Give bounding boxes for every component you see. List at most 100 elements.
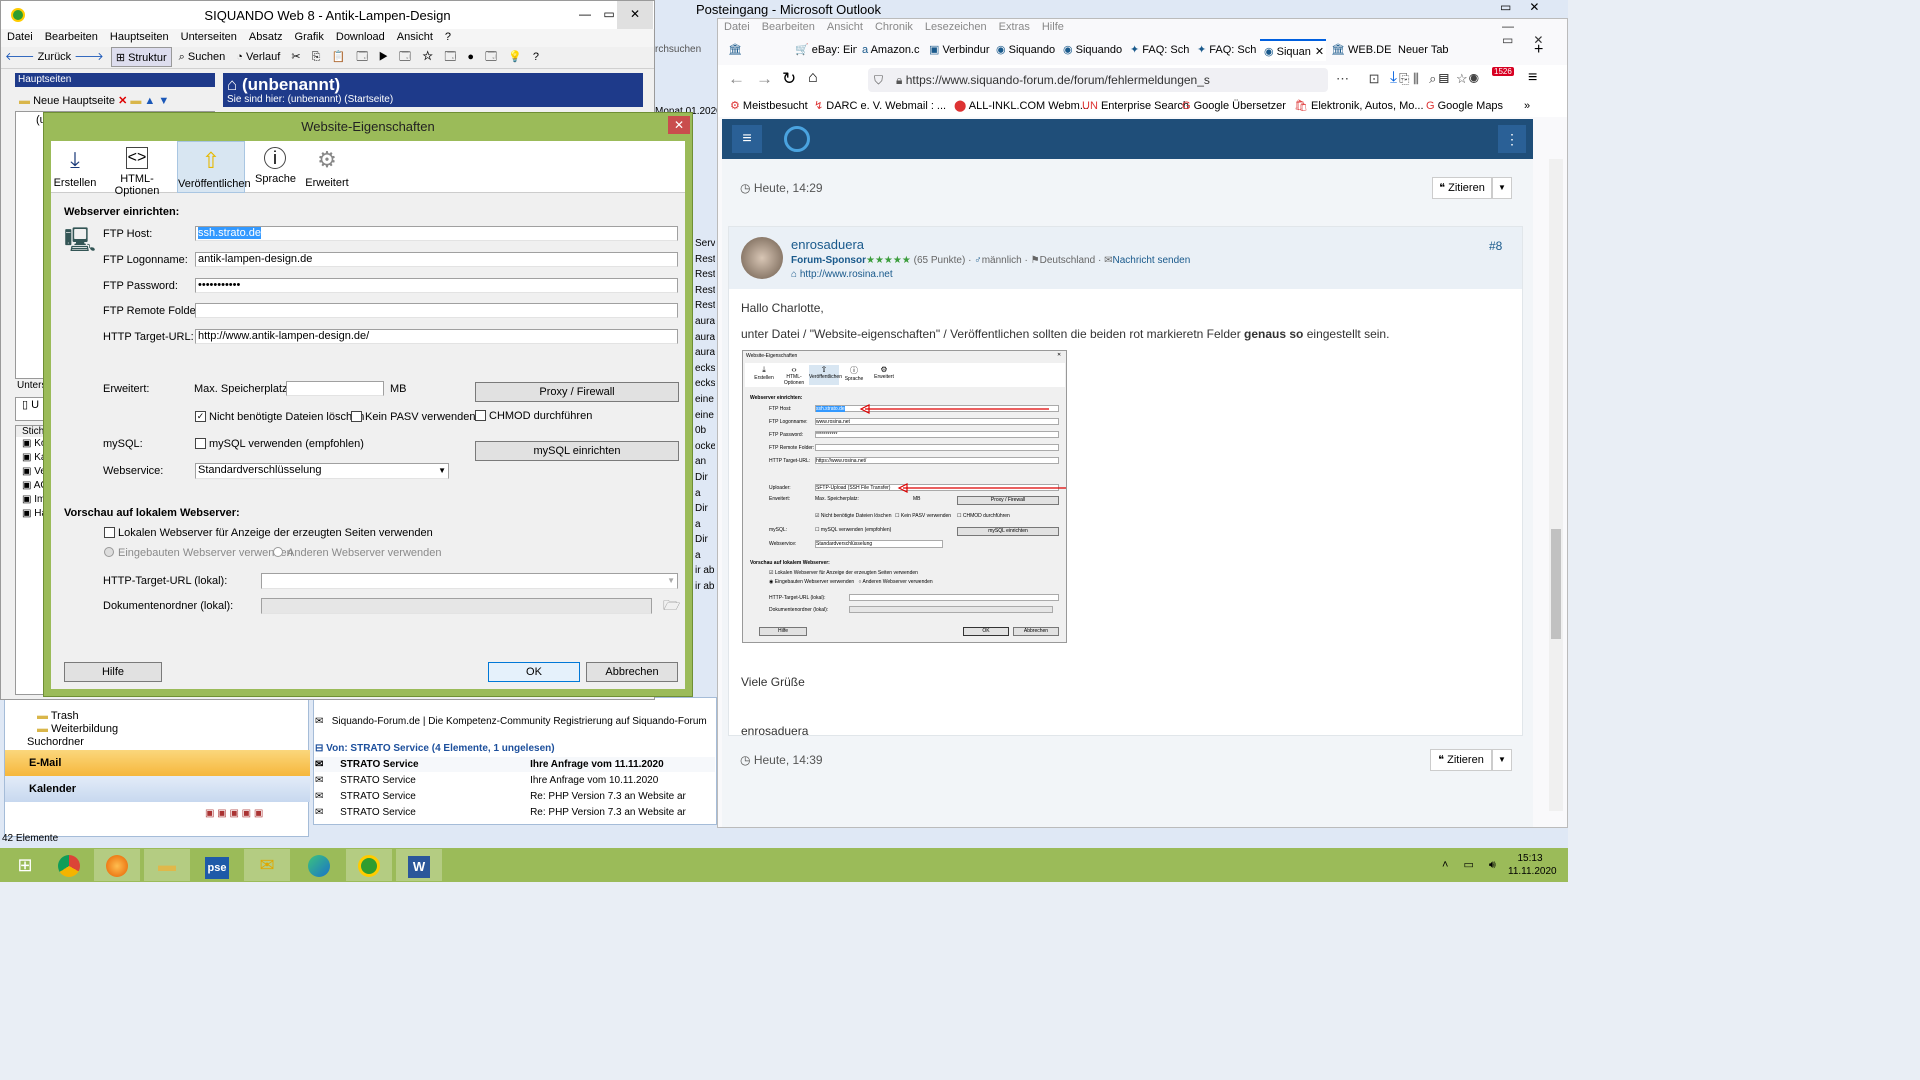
ok-button[interactable]: OK	[488, 662, 580, 682]
firefox-icon[interactable]	[94, 849, 140, 881]
mysql-checkbox[interactable]	[195, 438, 206, 449]
tab-active[interactable]: ◉ Siquan ✕	[1260, 39, 1326, 61]
edge-icon[interactable]	[296, 849, 342, 881]
menu-item[interactable]: Unterseiten	[175, 29, 243, 45]
new-page-button[interactable]: ▬ Neue Hauptseite ✕ ▬ ▲ ▼	[19, 94, 169, 107]
siquando-icon[interactable]	[346, 849, 392, 881]
bookmarks-overflow-icon[interactable]: »	[1524, 98, 1530, 114]
back-icon[interactable]: ←	[728, 69, 745, 89]
tab-html-options[interactable]: <> HTML-Optionen	[105, 141, 169, 197]
forum-logo[interactable]	[784, 126, 810, 152]
bookmark-item[interactable]: UN Enterprise Search	[1082, 98, 1189, 114]
table-row[interactable]: ✉ STRATO Service Re: PHP Version 7.3 an W…	[315, 805, 715, 820]
browser-tab[interactable]: Neuer Tab	[1394, 39, 1460, 61]
mysql-setup-button[interactable]: mySQL einrichten	[475, 441, 679, 461]
menu-item[interactable]: Lesezeichen	[919, 19, 993, 35]
new-tab-button[interactable]: +	[1530, 39, 1554, 61]
webservice-select[interactable]: Standardverschlüsselung ▼	[195, 463, 449, 479]
http-local-input[interactable]: ▼	[261, 573, 678, 589]
menu-item[interactable]: Datei	[718, 19, 756, 35]
builtin-webserver-radio[interactable]	[104, 547, 114, 557]
max-storage-input[interactable]	[286, 381, 384, 396]
menu-item[interactable]: Hauptseiten	[104, 29, 175, 45]
outlook-search-fragment[interactable]: rchsuchen	[655, 44, 701, 55]
cancel-button[interactable]: Abbrechen	[586, 662, 678, 682]
chrome-icon[interactable]	[46, 849, 92, 881]
bookmark-item[interactable]: ⚙ Meistbesucht	[730, 98, 808, 114]
quote-button[interactable]: ❝ Zitieren	[1432, 177, 1492, 199]
embedded-screenshot[interactable]: Website-Eigenschaften ✕ ⤓ Erstellen ‹› HTML…	[742, 350, 1067, 643]
word-icon[interactable]: W	[396, 849, 442, 881]
menu-item[interactable]: Ansicht	[391, 29, 439, 45]
tab-advanced[interactable]: ⚙ Erweitert	[305, 141, 349, 193]
help-button[interactable]: Hilfe	[64, 662, 162, 682]
http-target-input[interactable]: http://www.antik-lampen-design.de/	[195, 329, 678, 344]
outlook-controls[interactable]: ▭✕	[1500, 0, 1557, 14]
folder-suchordner[interactable]: Suchordner	[27, 736, 84, 748]
table-row[interactable]: ✉ STRATO Service Re: PHP Version 7.3 an W…	[315, 789, 715, 804]
browser-tab[interactable]: 🛒 eBay: Einz	[791, 39, 857, 61]
bookmark-item[interactable]: G Google Übersetzer	[1182, 98, 1286, 114]
browser-tab[interactable]: ▣ Verbindur	[925, 39, 991, 61]
clock[interactable]: 15:13 11.11.2020	[1508, 852, 1557, 878]
menu-item[interactable]: Download	[330, 29, 391, 45]
quote-dropdown[interactable]: ▼	[1492, 749, 1512, 771]
browser-tab[interactable]: a Amazon.c	[858, 39, 924, 61]
tray-icons[interactable]: ˄ ▭ 🔊︎	[1442, 858, 1502, 872]
browser-tab[interactable]: 🏛 WEB.DE -	[1327, 39, 1393, 61]
search-button[interactable]: ⌕ Suchen	[175, 47, 230, 67]
menu-item[interactable]: Grafik	[289, 29, 330, 45]
toolbar-folder-icon[interactable]: ▬	[130, 95, 141, 107]
menu-icon[interactable]: ≡	[1528, 69, 1537, 87]
pse-icon[interactable]: pse	[194, 849, 240, 881]
download-icon[interactable]: ⤓	[1390, 69, 1397, 87]
url-bar[interactable]: ⛉ 🔒︎ https://www.siquando-forum.de/forum/…	[868, 68, 1328, 92]
ftp-password-input[interactable]: •••••••••••	[195, 278, 678, 293]
other-webserver-radio[interactable]	[273, 547, 283, 557]
table-row[interactable]: ✉ STRATO Service Ihre Anfrage vom 10.11.2…	[315, 773, 715, 788]
arrow-up-icon[interactable]: ▲	[144, 95, 155, 107]
nav-shortcuts[interactable]: ▣ ▣ ▣ ▣ ▣	[205, 808, 263, 819]
browser-tab[interactable]: ◉ Siquando	[992, 39, 1058, 61]
toolbar-icons[interactable]: ✂ ⎘ 📋 🗔 ▶ 🗔 ☆ 🗔 ● 🗔 💡 ?	[287, 47, 547, 67]
bookmark-item[interactable]: ⬤ ALL-INKL.COM Webm...	[954, 98, 1089, 114]
proxy-firewall-button[interactable]: Proxy / Firewall	[475, 382, 679, 402]
no-pasv-checkbox[interactable]	[351, 411, 362, 422]
avatar[interactable]	[741, 237, 783, 279]
bookmark-item[interactable]: ↯ DARC e. V. Webmail : ...	[814, 98, 946, 114]
menu-item[interactable]: Hilfe	[1036, 19, 1070, 35]
browser-tab[interactable]: ✦ FAQ: Sch	[1193, 39, 1259, 61]
dialog-close-button[interactable]: ✕	[668, 116, 690, 134]
tab-close-icon[interactable]: ✕	[1315, 46, 1324, 58]
author-website[interactable]: ⌂ http://www.rosina.net	[791, 269, 893, 280]
history-button[interactable]: ◔ Verlauf	[232, 47, 284, 67]
menu-item[interactable]: Ansicht	[821, 19, 869, 35]
nav-email[interactable]: E-Mail	[5, 750, 310, 776]
home-icon[interactable]: ⌂	[808, 69, 818, 87]
file-explorer-icon[interactable]: ▬	[144, 849, 190, 881]
menu-item[interactable]: Datei	[1, 29, 39, 45]
message-group-header[interactable]: ⊟ Von: STRATO Service (4 Elemente, 1 ung…	[315, 741, 715, 756]
bookmark-item[interactable]: 🛍 Elektronik, Autos, Mo...	[1294, 98, 1424, 114]
more-menu-button[interactable]: ⋮	[1498, 125, 1526, 153]
menu-item[interactable]: Bearbeiten	[39, 29, 104, 45]
menu-item[interactable]: ?	[439, 29, 457, 45]
folder-trash[interactable]: ▬ Trash	[37, 710, 79, 722]
back-button[interactable]: 🡐 Zurück 🡒	[1, 47, 108, 67]
ftp-host-input[interactable]: ssh.strato.de	[195, 226, 678, 241]
menu-item[interactable]: Bearbeiten	[756, 19, 821, 35]
library-icons[interactable]: ⫼ ▤ ◉	[1413, 71, 1487, 87]
delete-icon[interactable]: ✕	[118, 95, 127, 107]
menu-item[interactable]: Chronik	[869, 19, 919, 35]
doc-folder-input[interactable]	[261, 598, 652, 614]
local-webserver-checkbox[interactable]	[104, 527, 115, 538]
ftp-login-input[interactable]: antik-lampen-design.de	[195, 252, 678, 267]
hamburger-menu-button[interactable]: ≡	[732, 125, 762, 153]
scrollbar[interactable]	[1549, 159, 1563, 811]
start-button[interactable]: ⊞	[2, 849, 48, 881]
ftp-remote-folder-input[interactable]	[195, 303, 678, 318]
browser-tab[interactable]: 🏛	[724, 39, 754, 61]
browser-tab[interactable]: ✦ FAQ: Sch	[1126, 39, 1192, 61]
tab-publish[interactable]: ⇧ Veröffentlichen	[177, 141, 251, 193]
structure-button[interactable]: ⊞ Struktur	[110, 47, 172, 67]
